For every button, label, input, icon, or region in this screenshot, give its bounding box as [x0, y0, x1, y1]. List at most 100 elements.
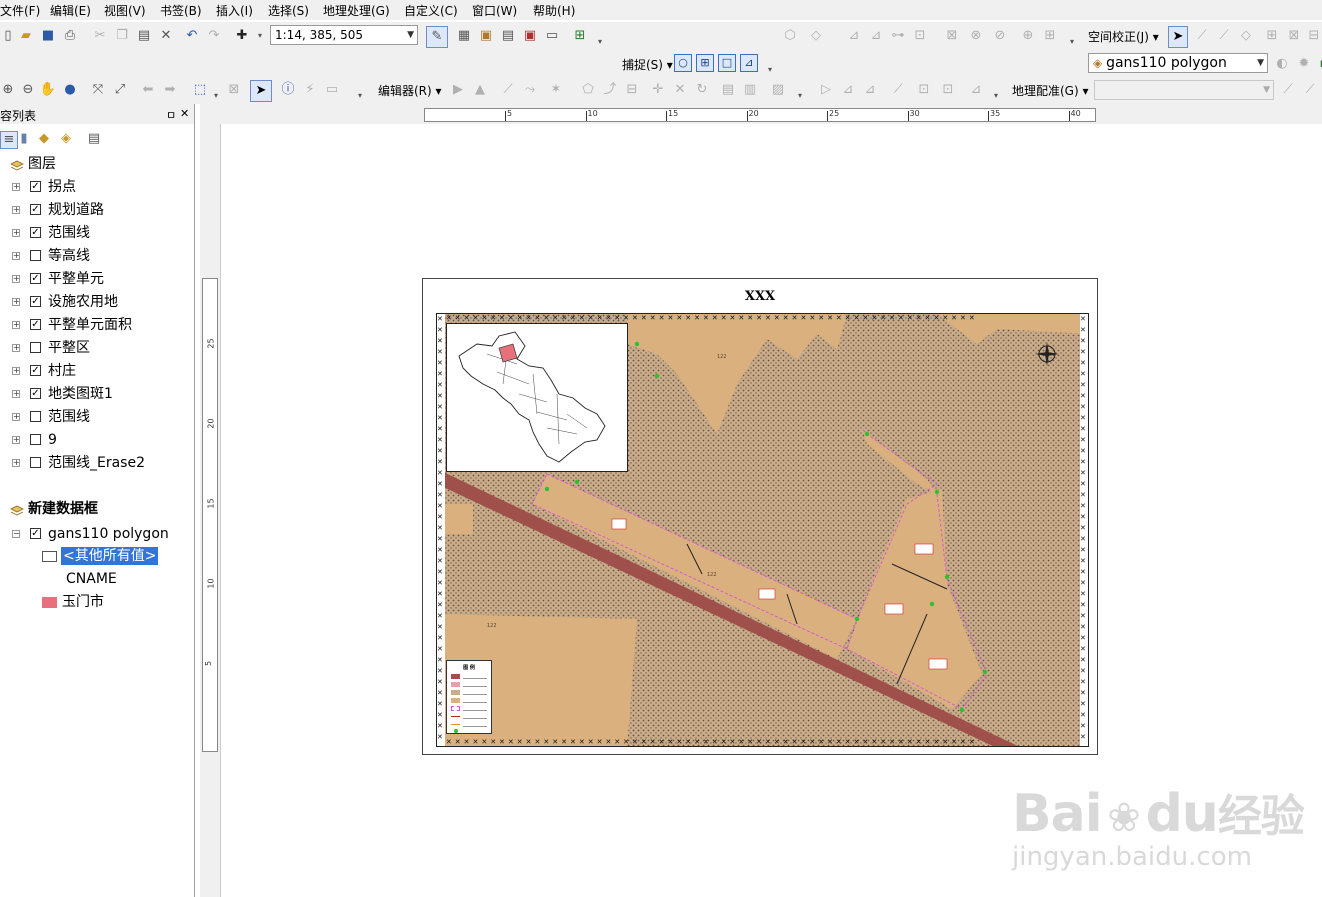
error-icon[interactable]: ⊘ — [992, 28, 1008, 44]
layer-visibility-checkbox[interactable] — [30, 342, 41, 353]
edit-vertices-icon[interactable]: ◇ — [808, 28, 824, 44]
full-extent-icon[interactable]: ● — [62, 82, 78, 98]
contrast-icon[interactable]: ◐ — [1274, 56, 1290, 72]
georef-tool7-icon[interactable]: ⊿ — [968, 82, 984, 98]
menu-help[interactable]: 帮助(H) — [533, 2, 575, 19]
layer-visibility-checkbox[interactable]: ✓ — [30, 296, 41, 307]
python-window-icon[interactable]: ▭ — [544, 28, 560, 44]
layer-row[interactable]: + ✓ 村庄 — [0, 361, 194, 381]
menu-edit[interactable]: 编辑(E) — [50, 2, 91, 19]
reshape-icon[interactable]: ⤴ — [602, 82, 618, 98]
pin-icon[interactable]: ㅁ — [166, 107, 176, 123]
curve-segment-icon[interactable]: ⤳ — [522, 82, 538, 98]
limited-adjust-icon[interactable]: ⊠ — [1286, 28, 1302, 44]
expand-icon[interactable]: + — [12, 183, 20, 191]
layer-row[interactable]: + 范围线_Erase2 — [0, 453, 194, 473]
map-scale-combo[interactable]: 1:14, 385, 505 ▼ — [270, 25, 418, 45]
list-by-selection-icon[interactable]: ◈ — [58, 131, 74, 147]
adjust3-icon[interactable]: ⊶ — [890, 28, 906, 44]
list-by-source-icon[interactable]: ▮ — [16, 131, 32, 147]
menu-file[interactable]: 文件(F) — [0, 2, 40, 19]
adjust-icon[interactable]: ⊿ — [846, 28, 862, 44]
adjust2-icon[interactable]: ⊿ — [868, 28, 884, 44]
straight-segment-icon[interactable]: ⟋ — [500, 82, 516, 98]
layer-row[interactable]: + ✓ 拐点 — [0, 177, 194, 197]
hyperlink-icon[interactable]: ⚡ — [302, 82, 318, 98]
georef-tool-icon[interactable]: ▷ — [818, 82, 834, 98]
layer-visibility-checkbox[interactable]: ✓ — [30, 273, 41, 284]
select-elements-icon[interactable]: ➤ — [1168, 26, 1188, 48]
arctoolbox-icon[interactable]: ▣ — [522, 28, 538, 44]
expand-icon[interactable]: + — [12, 321, 20, 329]
print-icon[interactable]: ⎙ — [62, 28, 78, 44]
layer-visibility-checkbox[interactable]: ✓ — [30, 319, 41, 330]
map-title[interactable]: XXX — [423, 289, 1097, 304]
topology-icon[interactable]: ⬡ — [782, 28, 798, 44]
open-folder-icon[interactable]: ▰ — [18, 28, 34, 44]
point-icon[interactable]: ✶ — [548, 82, 564, 98]
options-icon[interactable]: ▤ — [86, 131, 102, 147]
editor-menu[interactable]: 编辑器(R) ▾ — [378, 82, 442, 99]
model-builder-icon[interactable]: ⊞ — [572, 28, 588, 44]
validate-icon[interactable]: ⊠ — [944, 28, 960, 44]
layer-visibility-checkbox[interactable]: ✓ — [30, 365, 41, 376]
inset-locator-map[interactable] — [446, 323, 628, 472]
save-icon[interactable]: ■ — [40, 28, 56, 44]
search-window-icon[interactable]: ▤ — [500, 28, 516, 44]
editor-toolbar-icon[interactable]: ✎ — [426, 26, 448, 48]
brightness-icon[interactable]: ✹ — [1296, 56, 1312, 72]
georeferencing-menu[interactable]: 地理配准(G) ▾ — [1012, 82, 1089, 99]
expand-icon[interactable]: + — [12, 459, 20, 467]
expand-icon[interactable]: + — [12, 344, 20, 352]
menu-geoprocessing[interactable]: 地理处理(G) — [323, 2, 390, 19]
layer-row[interactable]: + ✓ 规划道路 — [0, 200, 194, 220]
back-extent-icon[interactable]: ⬅ — [140, 82, 156, 98]
edge-snapping-icon[interactable]: ⊿ — [740, 54, 758, 72]
identify-icon[interactable]: ⓘ — [280, 82, 296, 98]
georef-tool6-icon[interactable]: ⊡ — [940, 82, 956, 98]
layer-combo[interactable]: ◈ gans110 polygon ▼ — [1088, 53, 1268, 73]
chevron-down-icon[interactable]: ▾ — [252, 28, 268, 44]
expand-icon[interactable]: + — [12, 229, 20, 237]
expand-icon[interactable]: + — [12, 206, 20, 214]
layer-row[interactable]: +9 — [0, 430, 194, 450]
paste-icon[interactable]: ▤ — [136, 28, 152, 44]
map-legend[interactable]: 图 例 — [446, 660, 492, 734]
zoom-out-icon[interactable]: ⊖ — [20, 82, 36, 98]
select-features-icon[interactable]: ⬚ — [192, 82, 208, 98]
select-elements-icon[interactable]: ➤ — [250, 80, 272, 102]
snapping-menu[interactable]: 捕捉(S) ▾ — [622, 56, 673, 73]
layer-visibility-checkbox[interactable] — [30, 411, 41, 422]
redo-icon[interactable]: ↷ — [206, 28, 222, 44]
attributes-icon[interactable]: ▤ — [720, 82, 736, 98]
delete-icon[interactable]: ✕ — [158, 28, 174, 44]
toolbar-overflow-icon[interactable]: ▾ — [988, 88, 1004, 104]
cut-icon[interactable]: ✂ — [92, 28, 108, 44]
georef-tool5-icon[interactable]: ⊡ — [916, 82, 932, 98]
georef-tool3-icon[interactable]: ⊿ — [862, 82, 878, 98]
rotate2-icon[interactable]: ↻ — [694, 82, 710, 98]
rotate-icon[interactable]: ✕ — [672, 82, 688, 98]
menu-selection[interactable]: 选择(S) — [268, 2, 309, 19]
zoom-in-icon[interactable]: ⊕ — [0, 82, 16, 98]
layer-visibility-checkbox[interactable]: ✓ — [30, 181, 41, 192]
multi-link-icon[interactable]: ◇ — [1238, 28, 1254, 44]
link-icon[interactable]: ⊕ — [1020, 28, 1036, 44]
layer-row[interactable]: + 平整区 — [0, 338, 194, 358]
html-popup-icon[interactable]: ▭ — [324, 82, 340, 98]
table-of-contents-icon[interactable]: ▦ — [456, 28, 472, 44]
layer-row[interactable]: + ✓ 地类图斑1 — [0, 384, 194, 404]
menu-customize[interactable]: 自定义(C) — [404, 2, 458, 19]
menu-view[interactable]: 视图(V) — [104, 2, 146, 19]
fit-to-display-icon[interactable]: ⟋ — [1280, 82, 1296, 98]
fix-icon[interactable]: ⊗ — [968, 28, 984, 44]
layer-row[interactable]: + 范围线 — [0, 407, 194, 427]
cut-polygon-icon[interactable]: ⊟ — [624, 82, 640, 98]
expand-icon[interactable]: + — [12, 367, 20, 375]
add-data-icon[interactable]: ✚ — [234, 28, 250, 44]
layer-visibility-checkbox[interactable]: ✓ — [30, 388, 41, 399]
list-by-visibility-icon[interactable]: ◆ — [36, 131, 52, 147]
new-document-icon[interactable]: ▯ — [0, 28, 16, 44]
layer-row[interactable]: + 等高线 — [0, 246, 194, 266]
toolbar-overflow-icon[interactable]: ▾ — [792, 88, 808, 104]
